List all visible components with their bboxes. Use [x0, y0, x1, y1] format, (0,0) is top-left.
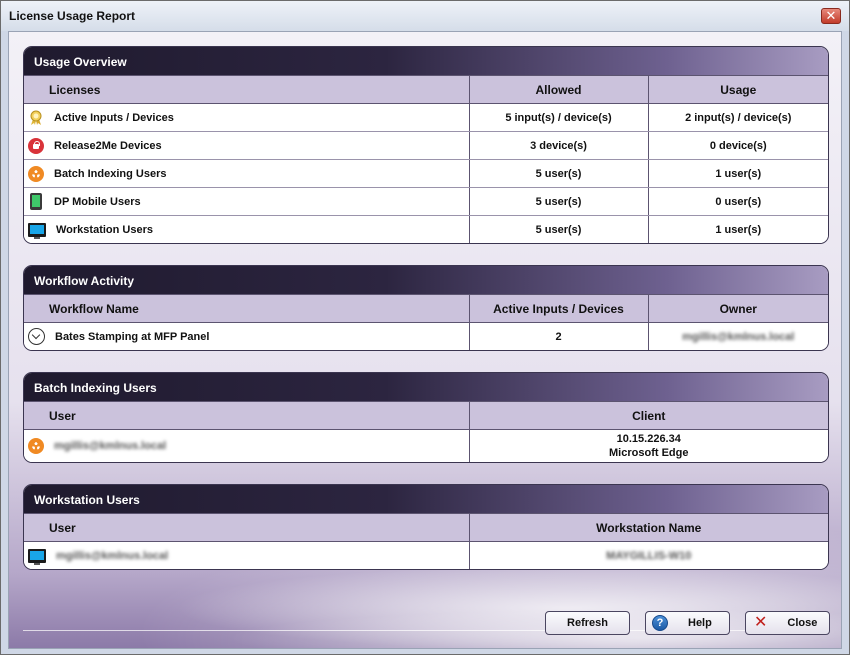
close-x-icon: ✕	[754, 614, 768, 631]
batch-indexing-icon	[28, 165, 44, 182]
column-header-user: User	[24, 513, 470, 542]
workstation-users-table: User Workstation Name mgillis@kmlnus.loc…	[24, 513, 828, 569]
monitor-icon	[28, 222, 46, 239]
usage-value: 2 input(s) / device(s)	[648, 103, 828, 132]
table-header-row: Licenses Allowed Usage	[24, 75, 828, 104]
monitor-icon	[28, 548, 46, 565]
workflow-activity-title: Workflow Activity	[24, 266, 828, 294]
batch-indexing-users-table: User Client mgillis@kmlnus.local 10.15.2…	[24, 401, 828, 462]
window-title: License Usage Report	[9, 9, 136, 23]
allowed-value: 5 user(s)	[469, 187, 649, 216]
help-icon: ?	[652, 615, 668, 631]
license-name: Active Inputs / Devices	[54, 111, 174, 124]
column-header-workflow-name: Workflow Name	[24, 294, 470, 323]
batch-indexing-icon	[28, 438, 44, 455]
usage-overview-panel: Usage Overview Licenses Allowed Usage Ac…	[23, 46, 829, 244]
column-header-owner: Owner	[648, 294, 828, 323]
owner-value: mgillis@kmlnus.local	[682, 330, 795, 343]
column-header-client: Client	[469, 401, 828, 430]
workstation-users-title: Workstation Users	[24, 485, 828, 513]
workstation-name-value: MAYGILLIS-W10	[606, 549, 692, 562]
license-name: Batch Indexing Users	[54, 167, 167, 180]
table-row: Active Inputs / Devices 5 input(s) / dev…	[24, 103, 828, 132]
ribbon-icon	[28, 110, 44, 126]
table-row: mgillis@kmlnus.local MAYGILLIS-W10	[24, 541, 828, 569]
table-header-row: Workflow Name Active Inputs / Devices Ow…	[24, 294, 828, 323]
column-header-user: User	[24, 401, 470, 430]
license-usage-report-window: License Usage Report ✕ Usage Overview Li…	[0, 0, 850, 655]
help-label: Help	[688, 617, 712, 629]
refresh-button[interactable]: Refresh	[545, 611, 630, 635]
usage-value: 0 device(s)	[648, 131, 828, 160]
table-header-row: User Client	[24, 401, 828, 430]
usage-overview-table: Licenses Allowed Usage Active Inputs / D…	[24, 75, 828, 243]
batch-indexing-users-title: Batch Indexing Users	[24, 373, 828, 401]
close-button[interactable]: ✕ Close	[745, 611, 830, 635]
lock-icon	[28, 137, 44, 154]
usage-value: 0 user(s)	[648, 187, 828, 216]
table-row: Release2Me Devices 3 device(s) 0 device(…	[24, 131, 828, 160]
workflow-activity-table: Workflow Name Active Inputs / Devices Ow…	[24, 294, 828, 350]
table-row: mgillis@kmlnus.local 10.15.226.34 Microso…	[24, 429, 828, 462]
license-name: Workstation Users	[56, 223, 153, 236]
column-header-workstation-name: Workstation Name	[469, 513, 828, 542]
table-row: Workstation Users 5 user(s) 1 user(s)	[24, 215, 828, 243]
column-header-active-inputs: Active Inputs / Devices	[469, 294, 649, 323]
allowed-value: 5 input(s) / device(s)	[469, 103, 649, 132]
batch-indexing-users-panel: Batch Indexing Users User Client mgillis…	[23, 372, 829, 463]
usage-value: 1 user(s)	[648, 215, 828, 243]
close-label: Close	[787, 617, 818, 629]
client-ip: 10.15.226.34	[616, 433, 681, 446]
workflow-activity-panel: Workflow Activity Workflow Name Active I…	[23, 265, 829, 351]
expand-chevron-icon[interactable]	[28, 328, 45, 346]
license-name: Release2Me Devices	[54, 139, 162, 152]
table-row: Batch Indexing Users 5 user(s) 1 user(s)	[24, 159, 828, 188]
workstation-users-panel: Workstation Users User Workstation Name …	[23, 484, 829, 570]
table-row: DP Mobile Users 5 user(s) 0 user(s)	[24, 187, 828, 216]
refresh-label: Refresh	[567, 617, 608, 629]
help-button[interactable]: ? Help	[645, 611, 730, 635]
mobile-phone-icon	[30, 193, 42, 210]
usage-value: 1 user(s)	[648, 159, 828, 188]
workflow-name: Bates Stamping at MFP Panel	[55, 330, 210, 343]
table-row: Bates Stamping at MFP Panel 2 mgillis@km…	[24, 322, 828, 350]
usage-overview-title: Usage Overview	[24, 47, 828, 75]
window-close-button[interactable]: ✕	[821, 8, 841, 24]
allowed-value: 3 device(s)	[469, 131, 649, 160]
client-browser: Microsoft Edge	[609, 447, 689, 460]
user-value: mgillis@kmlnus.local	[56, 549, 169, 562]
allowed-value: 5 user(s)	[469, 215, 649, 243]
user-value: mgillis@kmlnus.local	[54, 440, 167, 453]
column-header-usage: Usage	[648, 75, 828, 104]
allowed-value: 5 user(s)	[469, 159, 649, 188]
title-bar: License Usage Report ✕	[1, 1, 849, 31]
report-body: Usage Overview Licenses Allowed Usage Ac…	[8, 31, 842, 649]
license-name: DP Mobile Users	[54, 195, 141, 208]
active-inputs-value: 2	[469, 322, 649, 350]
table-header-row: User Workstation Name	[24, 513, 828, 542]
column-header-allowed: Allowed	[469, 75, 649, 104]
column-header-licenses: Licenses	[24, 75, 470, 104]
